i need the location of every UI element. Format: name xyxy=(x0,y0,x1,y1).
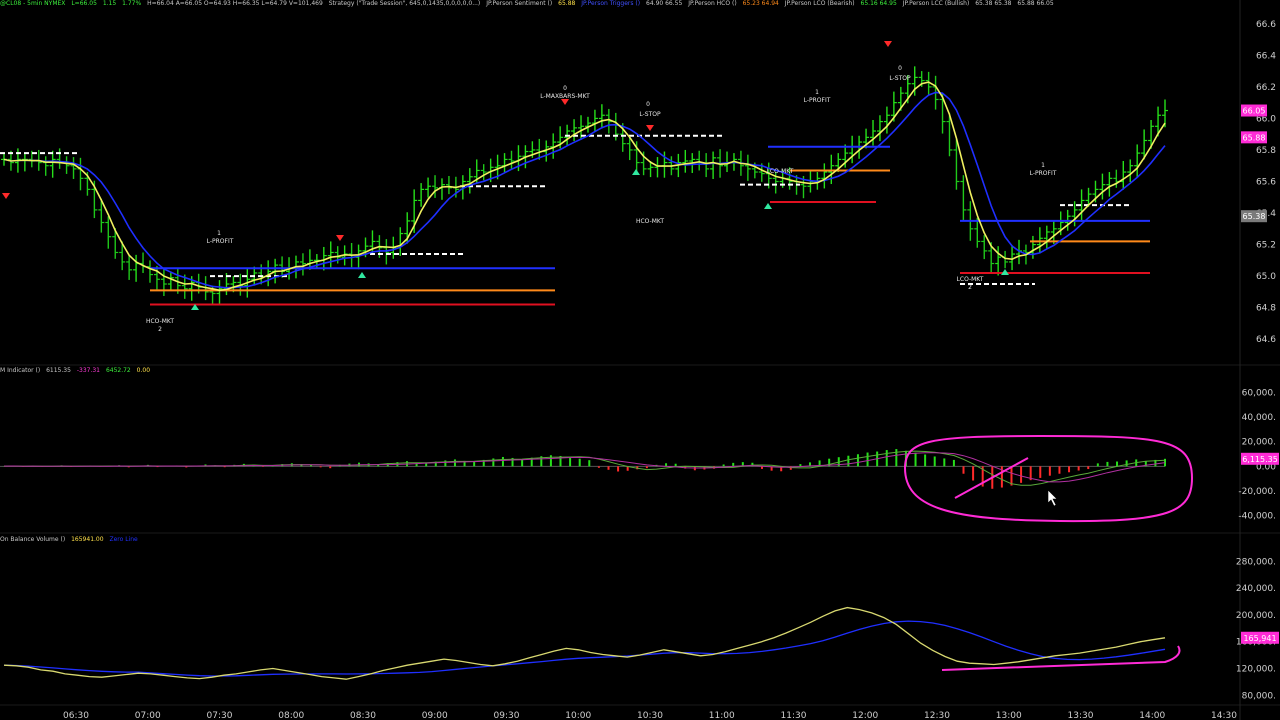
strategy-label: Strategy ("Trade Session", 645,0,1435,0,… xyxy=(328,0,481,7)
chart-canvas[interactable]: L-PROFIT1HCO-MKT2L-MAXBARS-MKT0L-STOP0HC… xyxy=(0,0,1280,720)
study-sentiment: JP.Person Sentiment () xyxy=(486,0,553,7)
time-x-tick: 13:30 xyxy=(1068,711,1094,720)
study-hco-value: 65.23 64.94 xyxy=(742,0,779,7)
obv-y-tick: 280,000. xyxy=(1236,557,1276,567)
ohlc-values: H=66.04 A=66.05 O=64.93 H=66.35 L=64.79 … xyxy=(147,0,323,7)
price-y-tick: 65.8 xyxy=(1256,146,1276,156)
trade-label: 1 xyxy=(815,89,819,96)
trade-label: 2 xyxy=(158,326,162,333)
obv-tag-label: 165,941 xyxy=(1243,634,1276,643)
study-triggers-value: 64.90 66.55 xyxy=(646,0,683,7)
price-y-tick: 65.2 xyxy=(1256,241,1276,251)
study-hco: JP.Person HCO () xyxy=(688,0,737,7)
trade-label: 0 xyxy=(646,101,650,108)
price-y-tick: 66.6 xyxy=(1256,20,1276,30)
obv-name: On Balance Volume () xyxy=(0,536,66,543)
study-lco-value: 65.16 64.95 xyxy=(860,0,897,7)
time-x-tick: 07:30 xyxy=(207,711,233,720)
price-y-tick: 65.0 xyxy=(1256,272,1276,282)
trade-label: L-STOP xyxy=(639,111,661,118)
time-x-tick: 09:30 xyxy=(494,711,520,720)
time-x-tick: 06:30 xyxy=(63,711,89,720)
change-value: 1.15 xyxy=(102,0,117,7)
time-x-tick: 14:30 xyxy=(1211,711,1237,720)
indicator-y-tick: 20,000. xyxy=(1242,438,1276,448)
study-sentiment-value: 65.88 xyxy=(558,0,576,7)
indicator-header: M Indicator () 6115.35 -337.31 6452.72 0… xyxy=(0,367,154,375)
trade-label: L-PROFIT xyxy=(804,97,831,104)
trade-label: 2 xyxy=(968,284,972,291)
obv-y-tick: 200,000. xyxy=(1236,611,1276,621)
study-lcc: JP.Person LCC (Bullish) xyxy=(902,0,970,7)
last-price: L=66.05 xyxy=(71,0,97,7)
study-lco: JP.Person LCO (Bearish) xyxy=(784,0,855,7)
time-x-tick: 11:00 xyxy=(709,711,735,720)
indicator-y-tick: -40,000. xyxy=(1238,512,1276,522)
trade-label: LCO-MKT xyxy=(767,168,794,175)
indicator-value-1: 6115.35 xyxy=(46,367,71,374)
time-x-tick: 12:00 xyxy=(852,711,878,720)
price-tag-label: 65.38 xyxy=(1243,212,1266,221)
indicator-y-tick: -20,000. xyxy=(1238,487,1276,497)
price-y-tick: 66.4 xyxy=(1256,51,1276,61)
indicator-y-tick: 60,000. xyxy=(1242,388,1276,398)
trade-label: L-PROFIT xyxy=(207,238,234,245)
price-y-tick: 64.6 xyxy=(1256,335,1276,345)
trade-label: LCO-MKT xyxy=(957,276,984,283)
obv-zero-line: Zero Line xyxy=(109,536,138,543)
trade-label: L-MAXBARS-MKT xyxy=(540,93,590,100)
obv-y-tick: 120,000. xyxy=(1236,665,1276,675)
study-extra-value: 65.88 66.05 xyxy=(1017,0,1054,7)
time-x-tick: 12:30 xyxy=(924,711,950,720)
time-x-tick: 07:00 xyxy=(135,711,161,720)
trade-label: 0 xyxy=(563,85,567,92)
time-x-tick: 08:00 xyxy=(278,711,304,720)
indicator-value-4: 0.00 xyxy=(136,367,151,374)
indicator-value-3: 6452.72 xyxy=(105,367,131,374)
time-x-tick: 10:00 xyxy=(565,711,591,720)
price-y-tick: 65.6 xyxy=(1256,178,1276,188)
time-x-tick: 08:30 xyxy=(350,711,376,720)
trade-label: 0 xyxy=(898,65,902,72)
trade-label: L-STOP xyxy=(889,75,911,82)
obv-y-tick: 240,000. xyxy=(1236,584,1276,594)
study-lcc-value: 65.38 65.38 xyxy=(975,0,1012,7)
price-tag-label: 66.05 xyxy=(1243,107,1266,116)
obv-header: On Balance Volume () 165941.00 Zero Line xyxy=(0,536,142,544)
indicator-name: M Indicator () xyxy=(0,367,41,374)
price-tag-label: 65.88 xyxy=(1243,133,1266,142)
obv-value: 165941.00 xyxy=(71,536,104,543)
price-y-tick: 66.2 xyxy=(1256,83,1276,93)
indicator-y-tick: 40,000. xyxy=(1242,413,1276,423)
time-x-tick: 09:00 xyxy=(422,711,448,720)
obv-y-tick: 80,000. xyxy=(1242,691,1276,701)
trade-label: L-PROFIT xyxy=(1030,170,1057,177)
time-x-tick: 11:30 xyxy=(781,711,807,720)
change-pct: 1.77% xyxy=(122,0,142,7)
trade-label: 1 xyxy=(1041,162,1045,169)
chart-background xyxy=(0,0,1280,720)
trade-label: HCO-MKT xyxy=(146,318,174,325)
time-x-tick: 10:30 xyxy=(637,711,663,720)
indicator-tag-label: 6,115.35 xyxy=(1242,455,1278,464)
study-triggers: JP.Person Triggers () xyxy=(581,0,641,7)
indicator-value-2: -337.31 xyxy=(76,367,101,374)
trade-label: HCO-MKT xyxy=(636,218,664,225)
price-y-tick: 64.8 xyxy=(1256,304,1276,314)
symbol-label: @CL08 - 5min NYMEX xyxy=(0,0,66,7)
time-x-tick: 14:00 xyxy=(1139,711,1165,720)
price-study-header: @CL08 - 5min NYMEX L=66.05 1.15 1.77% H=… xyxy=(0,0,1058,8)
trade-label: 1 xyxy=(217,230,221,237)
time-x-tick: 13:00 xyxy=(996,711,1022,720)
